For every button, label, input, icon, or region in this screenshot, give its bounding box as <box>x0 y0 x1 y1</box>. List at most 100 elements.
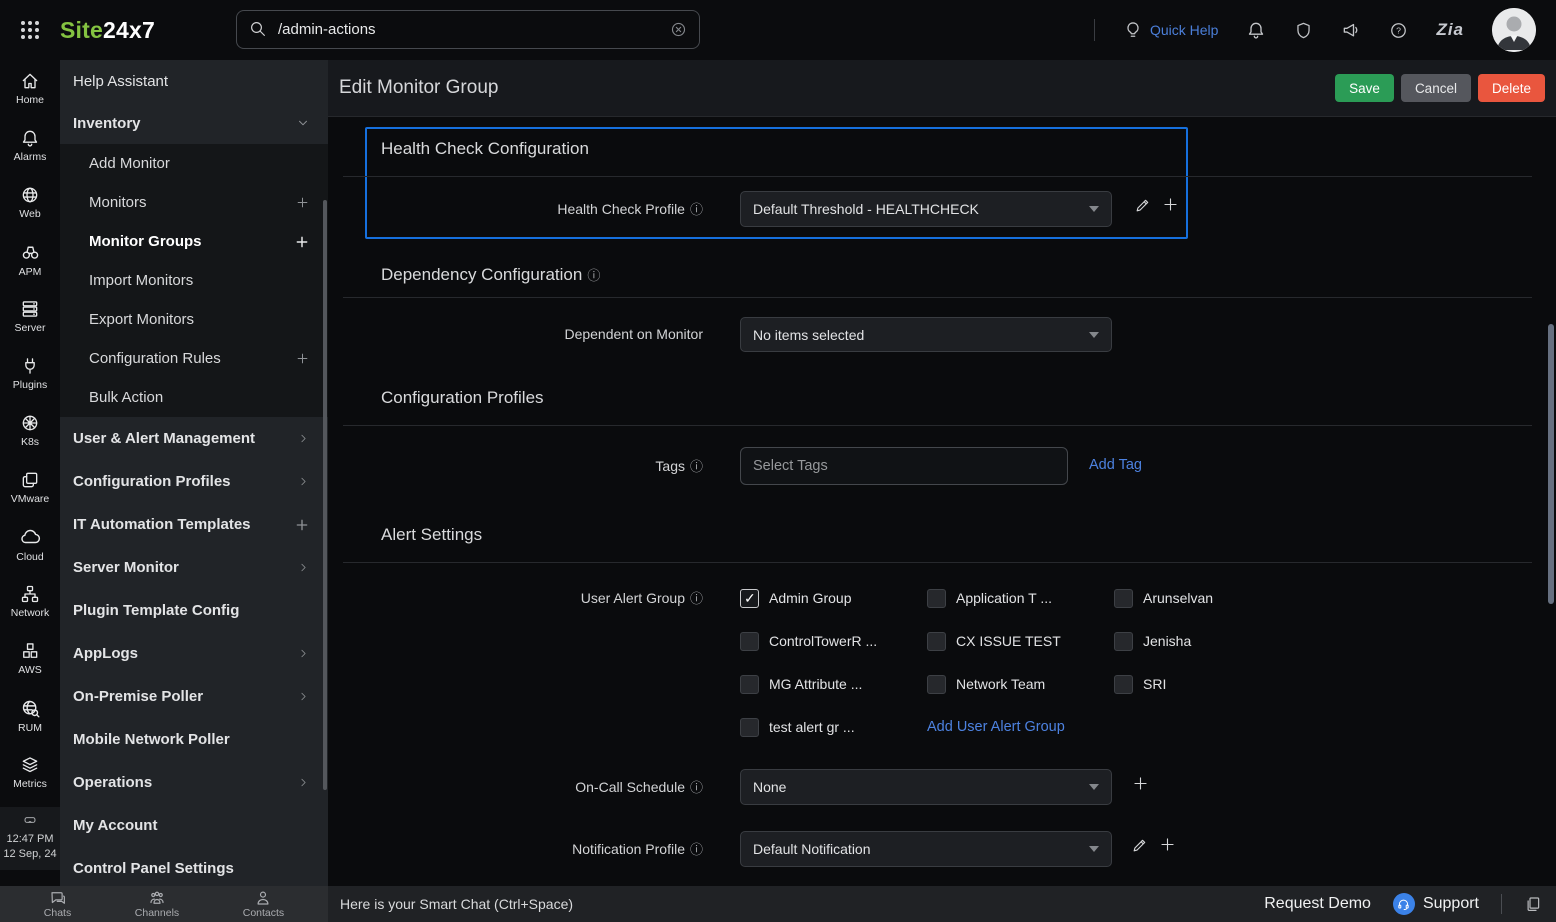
contacts-tab[interactable]: Contacts <box>243 889 284 919</box>
checkbox[interactable] <box>740 675 759 694</box>
announcements-megaphone-icon[interactable] <box>1341 20 1361 40</box>
rail-item-alarms[interactable]: Alarms <box>0 117 60 174</box>
alert-group-option[interactable]: test alert gr ... <box>740 717 927 737</box>
add-notification-plus-icon[interactable] <box>1158 835 1177 854</box>
alert-group-option[interactable]: MG Attribute ... <box>740 674 927 694</box>
zia-assistant-icon[interactable]: Zia <box>1436 20 1464 40</box>
alert-group-option[interactable]: SRI <box>1114 674 1314 694</box>
rail-item-vmware[interactable]: VMware <box>0 459 60 516</box>
clear-search-icon[interactable] <box>670 21 687 39</box>
sidebar-item-on-premise-poller[interactable]: On-Premise Poller <box>60 675 328 718</box>
dependent-on-monitor-dropdown[interactable]: No items selected <box>740 317 1112 352</box>
apps-grid-icon[interactable] <box>18 18 42 42</box>
health-check-profile-dropdown[interactable]: Default Threshold - HEALTHCHECK <box>740 191 1112 227</box>
plus-icon[interactable] <box>295 351 310 366</box>
notification-profile-dropdown[interactable]: Default Notification <box>740 831 1112 867</box>
sidebar-item-user-alert-management[interactable]: User & Alert Management <box>60 417 328 460</box>
vr-goggles-icon[interactable] <box>2 813 58 828</box>
alert-group-option[interactable]: Application T ... <box>927 588 1114 608</box>
sidebar-item-plugin-template-config[interactable]: Plugin Template Config <box>60 589 328 632</box>
rail-item-apm[interactable]: APM <box>0 231 60 288</box>
checkbox[interactable] <box>1114 632 1133 651</box>
user-avatar[interactable] <box>1492 8 1536 52</box>
rail-item-aws[interactable]: AWS <box>0 630 60 687</box>
support-link[interactable]: Support <box>1393 893 1479 915</box>
sidebar-scrollbar[interactable] <box>323 200 327 790</box>
help-question-icon[interactable] <box>1389 21 1408 40</box>
page-title: Edit Monitor Group <box>339 77 498 99</box>
checkbox[interactable] <box>1114 589 1133 608</box>
edit-notification-pencil-icon[interactable] <box>1131 837 1148 855</box>
smart-chat-bar[interactable]: Here is your Smart Chat (Ctrl+Space) <box>328 886 1264 922</box>
plus-icon[interactable] <box>294 234 310 250</box>
rail-item-metrics[interactable]: Metrics <box>0 744 60 801</box>
delete-button[interactable]: Delete <box>1478 74 1545 102</box>
save-button[interactable]: Save <box>1335 74 1394 102</box>
rail-item-web[interactable]: Web <box>0 174 60 231</box>
sidebar-item-import-monitors[interactable]: Import Monitors <box>60 261 328 300</box>
tags-input[interactable] <box>740 447 1068 485</box>
content-scrollbar[interactable] <box>1548 324 1554 604</box>
checkbox[interactable] <box>927 675 946 694</box>
sidebar-item-configuration-rules[interactable]: Configuration Rules <box>60 339 328 378</box>
add-tag-link[interactable]: Add Tag <box>1089 457 1142 473</box>
search-input[interactable] <box>276 20 670 39</box>
rail-item-network[interactable]: Network <box>0 573 60 630</box>
sidebar-item-applogs[interactable]: AppLogs <box>60 632 328 675</box>
sidebar-item-monitors[interactable]: Monitors <box>60 183 328 222</box>
rail-item-cloud[interactable]: Cloud <box>0 516 60 573</box>
sidebar-item-help-assistant[interactable]: Help Assistant <box>60 60 328 102</box>
sidebar-item-add-monitor[interactable]: Add Monitor <box>60 144 328 183</box>
sidebar-item-server-monitor[interactable]: Server Monitor <box>60 546 328 589</box>
alert-group-option[interactable]: Network Team <box>927 674 1114 694</box>
alert-group-option[interactable]: Admin Group <box>740 588 927 608</box>
sidebar-item-inventory[interactable]: Inventory <box>60 102 328 144</box>
sidebar-item-export-monitors[interactable]: Export Monitors <box>60 300 328 339</box>
on-call-schedule-dropdown[interactable]: None <box>740 769 1112 805</box>
checkbox[interactable] <box>740 632 759 651</box>
sidebar-item-it-automation-templates[interactable]: IT Automation Templates <box>60 503 328 546</box>
plus-icon[interactable] <box>295 195 310 210</box>
sidebar-item-bulk-action[interactable]: Bulk Action <box>60 378 328 417</box>
checkbox[interactable] <box>740 589 759 608</box>
edit-profile-pencil-icon[interactable] <box>1134 197 1151 215</box>
rail-item-plugins[interactable]: Plugins <box>0 345 60 402</box>
add-schedule-plus-icon[interactable] <box>1131 774 1150 793</box>
sidebar-item-control-panel-settings[interactable]: Control Panel Settings <box>60 847 328 890</box>
globe-icon <box>20 185 40 205</box>
request-demo-link[interactable]: Request Demo <box>1264 895 1371 913</box>
copy-pages-icon[interactable] <box>1524 895 1542 913</box>
section-divider <box>343 176 1532 177</box>
quick-help-button[interactable]: Quick Help <box>1123 20 1218 40</box>
add-user-alert-group-link[interactable]: Add User Alert Group <box>927 719 1065 735</box>
section-title-dependency: Dependency Configuration <box>381 265 600 285</box>
rail-item-k8s[interactable]: K8s <box>0 402 60 459</box>
shield-icon[interactable] <box>1294 21 1313 40</box>
home-icon <box>20 71 40 91</box>
checkbox[interactable] <box>927 589 946 608</box>
rail-item-rum[interactable]: RUM <box>0 687 60 744</box>
sidebar-item-monitor-groups[interactable]: Monitor Groups <box>60 222 328 261</box>
sidebar-item-operations[interactable]: Operations <box>60 761 328 804</box>
checkbox[interactable] <box>927 632 946 651</box>
add-profile-plus-icon[interactable] <box>1161 195 1180 214</box>
sidebar-item-my-account[interactable]: My Account <box>60 804 328 847</box>
rail-item-home[interactable]: Home <box>0 60 60 117</box>
global-search[interactable] <box>236 10 700 49</box>
alert-group-option[interactable]: CX ISSUE TEST <box>927 631 1114 651</box>
chevron-down-icon <box>1089 784 1099 790</box>
checkbox[interactable] <box>1114 675 1133 694</box>
logo-text-24x7: 24x7 <box>103 17 155 43</box>
cancel-button[interactable]: Cancel <box>1401 74 1471 102</box>
chats-tab[interactable]: Chats <box>44 889 71 919</box>
sidebar-item-mobile-network-poller[interactable]: Mobile Network Poller <box>60 718 328 761</box>
checkbox[interactable] <box>740 718 759 737</box>
rail-item-server[interactable]: Server <box>0 288 60 345</box>
alert-group-option[interactable]: ControlTowerR ... <box>740 631 927 651</box>
alert-group-option[interactable]: Jenisha <box>1114 631 1314 651</box>
alert-group-option[interactable]: Arunselvan <box>1114 588 1314 608</box>
sidebar-item-configuration-profiles[interactable]: Configuration Profiles <box>60 460 328 503</box>
plus-icon[interactable] <box>294 517 310 533</box>
channels-tab[interactable]: Channels <box>135 889 179 919</box>
notifications-bell-icon[interactable] <box>1246 20 1266 40</box>
